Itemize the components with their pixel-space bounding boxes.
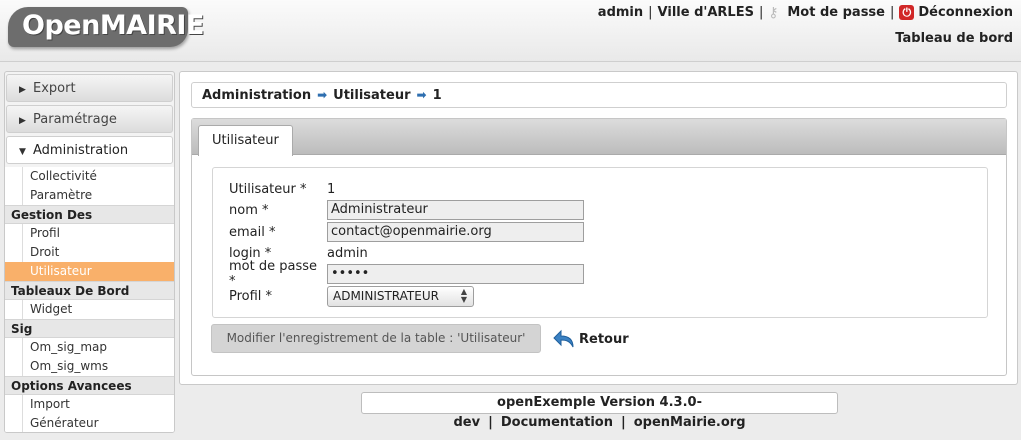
email-label: email * bbox=[229, 224, 276, 240]
logout-link[interactable]: Déconnexion bbox=[918, 5, 1013, 20]
user-name: admin bbox=[597, 5, 644, 20]
separator: | bbox=[890, 5, 895, 20]
dashboard-link[interactable]: Tableau de bord bbox=[895, 31, 1013, 46]
profil-label: Profil * bbox=[229, 288, 273, 304]
field-password: mot de passe * ••••• bbox=[229, 259, 584, 289]
openmairie-link[interactable]: openMairie.org bbox=[634, 415, 746, 430]
sidebar-item-parametre[interactable]: Paramètre bbox=[5, 186, 174, 205]
field-utilisateur: Utilisateur * 1 bbox=[229, 179, 335, 199]
menu-parametrage-label: Paramétrage bbox=[33, 112, 117, 127]
password-input[interactable]: ••••• bbox=[327, 264, 584, 284]
back-label: Retour bbox=[579, 331, 629, 347]
user-fieldset: Utilisateur * 1 nom * Administrateur ema… bbox=[212, 167, 988, 318]
back-link[interactable]: Retour bbox=[553, 328, 629, 350]
chevron-right-icon: ▶ bbox=[19, 85, 26, 95]
separator: | bbox=[488, 415, 493, 430]
menu-administration-label: Administration bbox=[33, 143, 129, 158]
chevron-right-icon: ▶ bbox=[19, 116, 26, 126]
sidebar-item-widget[interactable]: Widget bbox=[5, 300, 174, 319]
main-content: Administration ➡ Utilisateur ➡ 1 Utilisateur… bbox=[179, 71, 1018, 385]
profil-select[interactable]: ADMINISTRATEUR ▲ ▼ bbox=[327, 285, 474, 307]
power-icon: ⏻ bbox=[899, 5, 915, 20]
separator: | bbox=[648, 5, 653, 20]
breadcrumb: Administration ➡ Utilisateur ➡ 1 bbox=[191, 82, 1007, 108]
nom-input[interactable]: Administrateur bbox=[327, 200, 584, 220]
sidebar-item-profil[interactable]: Profil bbox=[5, 224, 174, 243]
form-panel: Utilisateur Utilisateur * 1 nom * Admini… bbox=[191, 118, 1007, 376]
menu-category-gestion-utilisateurs: Gestion Des Utilisateurs bbox=[5, 205, 174, 241]
field-profil: Profil * ADMINISTRATEUR ▲ ▼ bbox=[229, 285, 474, 307]
profil-select-value: ADMINISTRATEUR bbox=[333, 288, 439, 303]
email-input[interactable]: contact@openmairie.org bbox=[327, 222, 584, 242]
field-email: email * contact@openmairie.org bbox=[229, 222, 584, 242]
user-toolbar: admin | Ville d'ARLES | ⚷ Mot de passe |… bbox=[597, 5, 1013, 21]
menu-parametrage[interactable]: ▶ Paramétrage bbox=[6, 105, 173, 133]
sidebar-item-generateur[interactable]: Générateur bbox=[5, 414, 174, 432]
documentation-link[interactable]: Documentation bbox=[501, 415, 613, 430]
breadcrumb-id: 1 bbox=[432, 88, 442, 103]
select-arrows-icon: ▲ ▼ bbox=[460, 286, 467, 304]
footer: openExemple Version 4.3.0-dev | Documentat… bbox=[361, 392, 838, 430]
key-icon: ⚷ bbox=[768, 5, 779, 21]
sidebar-item-import[interactable]: Import bbox=[5, 395, 174, 414]
tab-utilisateur[interactable]: Utilisateur bbox=[198, 125, 293, 156]
sidebar-item-om-sig-map[interactable]: Om_sig_map bbox=[5, 338, 174, 357]
header: OpenMAIRIE admin | Ville d'ARLES | ⚷ Mot… bbox=[0, 0, 1021, 62]
breadcrumb-utilisateur: Utilisateur bbox=[333, 88, 411, 103]
separator: | bbox=[758, 5, 764, 20]
sidebar-item-utilisateur[interactable]: Utilisateur bbox=[5, 262, 174, 281]
menu-category-sig: Sig bbox=[5, 319, 174, 338]
sidebar-item-droit[interactable]: Droit bbox=[5, 243, 174, 262]
openmairie-logo[interactable]: OpenMAIRIE bbox=[8, 7, 204, 47]
password-label: mot de passe * bbox=[229, 259, 317, 289]
arrow-right-icon: ➡ bbox=[317, 88, 328, 102]
menu-category-tableaux-de-bord: Tableaux De Bord bbox=[5, 281, 174, 300]
menu-administration[interactable]: ▼ Administration bbox=[6, 136, 173, 164]
utilisateur-value: 1 bbox=[327, 181, 336, 197]
login-value: admin bbox=[327, 245, 368, 261]
menu-export-label: Export bbox=[33, 81, 76, 96]
tab-bar: Utilisateur bbox=[192, 119, 1006, 156]
breadcrumb-administration: Administration bbox=[202, 88, 312, 103]
arrow-right-icon: ➡ bbox=[416, 88, 427, 102]
sidebar-item-om-sig-wms[interactable]: Om_sig_wms bbox=[5, 357, 174, 376]
menu-category-options-avancees: Options Avancees bbox=[5, 376, 174, 395]
nom-label: nom * bbox=[229, 202, 269, 218]
chevron-down-icon: ▼ bbox=[19, 147, 26, 157]
sidebar: ▶ Export ▶ Paramétrage ▼ Administration Col… bbox=[4, 71, 175, 433]
modify-record-button[interactable]: Modifier l'enregistrement de la table : … bbox=[211, 324, 541, 353]
collectivite-name: Ville d'ARLES bbox=[657, 5, 754, 20]
field-nom: nom * Administrateur bbox=[229, 200, 584, 220]
utilisateur-label: Utilisateur * bbox=[229, 181, 307, 197]
administration-submenu: Collectivité Paramètre Gestion Des Utili… bbox=[5, 167, 174, 432]
menu-export[interactable]: ▶ Export bbox=[6, 74, 173, 102]
password-link[interactable]: Mot de passe bbox=[787, 5, 885, 20]
back-arrow-icon bbox=[553, 329, 574, 348]
sidebar-item-collectivite[interactable]: Collectivité bbox=[5, 167, 174, 186]
separator: | bbox=[621, 415, 626, 430]
